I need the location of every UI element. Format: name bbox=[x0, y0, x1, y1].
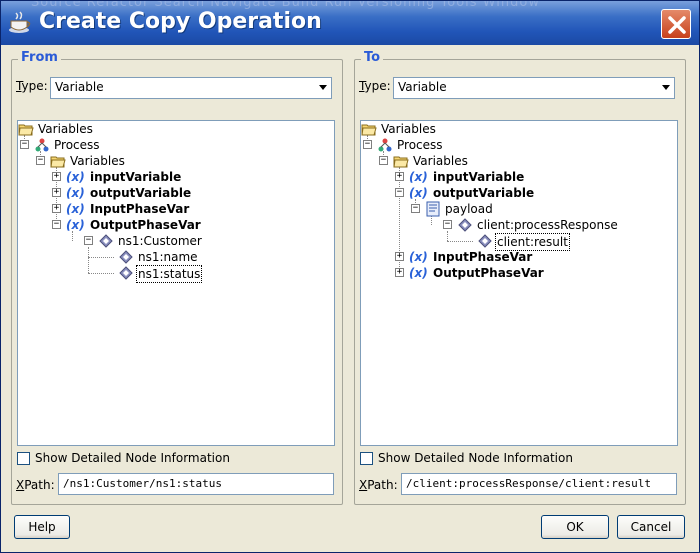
variable-x-icon: (x) bbox=[409, 250, 428, 264]
collapse-icon[interactable]: − bbox=[84, 236, 93, 245]
collapse-icon[interactable]: − bbox=[443, 220, 452, 229]
variable-x-icon: (x) bbox=[409, 186, 428, 200]
from-variable-tree[interactable]: Variables − Process − Variables + (x) in… bbox=[17, 120, 335, 446]
from-group: From Type: Variable Variables − Process … bbox=[11, 50, 343, 505]
from-group-title: From bbox=[18, 50, 61, 65]
from-xpath-label: XPath: bbox=[16, 478, 55, 492]
title-bar[interactable]: Source Refactor Search Navigate Build Ru… bbox=[1, 1, 699, 45]
to-type-label: Type: bbox=[359, 79, 391, 93]
expand-icon[interactable]: + bbox=[395, 252, 404, 261]
to-show-detailed-label: Show Detailed Node Information bbox=[378, 451, 573, 465]
dialog-title: Create Copy Operation bbox=[39, 9, 322, 34]
expand-icon[interactable]: + bbox=[52, 188, 61, 197]
ok-button-label: OK bbox=[566, 520, 584, 534]
close-icon bbox=[668, 16, 686, 34]
checkbox[interactable] bbox=[17, 452, 30, 465]
collapse-icon[interactable]: − bbox=[395, 188, 404, 197]
variable-x-icon: (x) bbox=[409, 170, 428, 184]
collapse-icon[interactable]: − bbox=[411, 204, 420, 213]
to-group-title: To bbox=[361, 50, 384, 65]
from-type-select[interactable]: Variable bbox=[50, 77, 332, 99]
from-type-value: Variable bbox=[55, 80, 104, 94]
expand-icon[interactable]: + bbox=[52, 204, 61, 213]
to-group: To Type: Variable Variables − Process − … bbox=[354, 50, 686, 505]
collapse-icon[interactable]: − bbox=[20, 140, 29, 149]
help-button[interactable]: Help bbox=[14, 515, 70, 539]
variable-x-icon: (x) bbox=[66, 186, 85, 200]
element-diamond-icon bbox=[478, 234, 492, 248]
to-xpath-label: XPath: bbox=[359, 478, 398, 492]
from-type-label: Type: bbox=[16, 79, 48, 93]
collapse-icon[interactable]: − bbox=[36, 156, 45, 165]
from-xpath-field[interactable]: /ns1:Customer/ns1:status bbox=[58, 473, 334, 495]
expand-icon[interactable]: + bbox=[395, 268, 404, 277]
checkbox[interactable] bbox=[360, 452, 373, 465]
collapse-icon[interactable]: − bbox=[379, 156, 388, 165]
element-diamond-icon bbox=[458, 218, 472, 232]
to-type-select[interactable]: Variable bbox=[393, 77, 675, 99]
cancel-button-label: Cancel bbox=[630, 520, 672, 534]
cancel-button[interactable]: Cancel bbox=[617, 515, 685, 539]
process-icon bbox=[35, 138, 49, 152]
folder-open-icon bbox=[18, 124, 34, 136]
element-diamond-icon bbox=[119, 266, 133, 280]
chevron-down-icon bbox=[319, 85, 327, 90]
chevron-down-icon bbox=[662, 85, 670, 90]
variable-x-icon: (x) bbox=[66, 202, 85, 216]
element-diamond-icon bbox=[119, 250, 133, 264]
collapse-icon[interactable]: − bbox=[52, 220, 61, 229]
ok-button[interactable]: OK bbox=[541, 515, 609, 539]
folder-open-icon bbox=[393, 156, 409, 168]
folder-open-icon bbox=[50, 156, 66, 168]
element-diamond-icon bbox=[99, 234, 113, 248]
folder-open-icon bbox=[361, 124, 377, 136]
expand-icon[interactable]: + bbox=[52, 172, 61, 181]
to-type-value: Variable bbox=[398, 80, 447, 94]
variable-x-icon: (x) bbox=[409, 266, 428, 280]
close-button[interactable] bbox=[661, 9, 691, 39]
expand-icon[interactable]: + bbox=[395, 172, 404, 181]
to-variable-tree[interactable]: Variables − Process − Variables + (x) in… bbox=[360, 120, 678, 446]
to-xpath-field[interactable]: /client:processResponse/client:result bbox=[401, 473, 677, 495]
help-button-label: Help bbox=[28, 520, 56, 534]
from-show-detailed-label: Show Detailed Node Information bbox=[35, 451, 230, 465]
variable-x-icon: (x) bbox=[66, 170, 85, 184]
payload-part-icon bbox=[426, 201, 440, 217]
collapse-icon[interactable]: − bbox=[363, 140, 372, 149]
app-cup-icon bbox=[7, 11, 33, 35]
process-icon bbox=[378, 138, 392, 152]
dialog-window: Source Refactor Search Navigate Build Ru… bbox=[0, 0, 700, 553]
variable-x-icon: (x) bbox=[66, 218, 85, 232]
